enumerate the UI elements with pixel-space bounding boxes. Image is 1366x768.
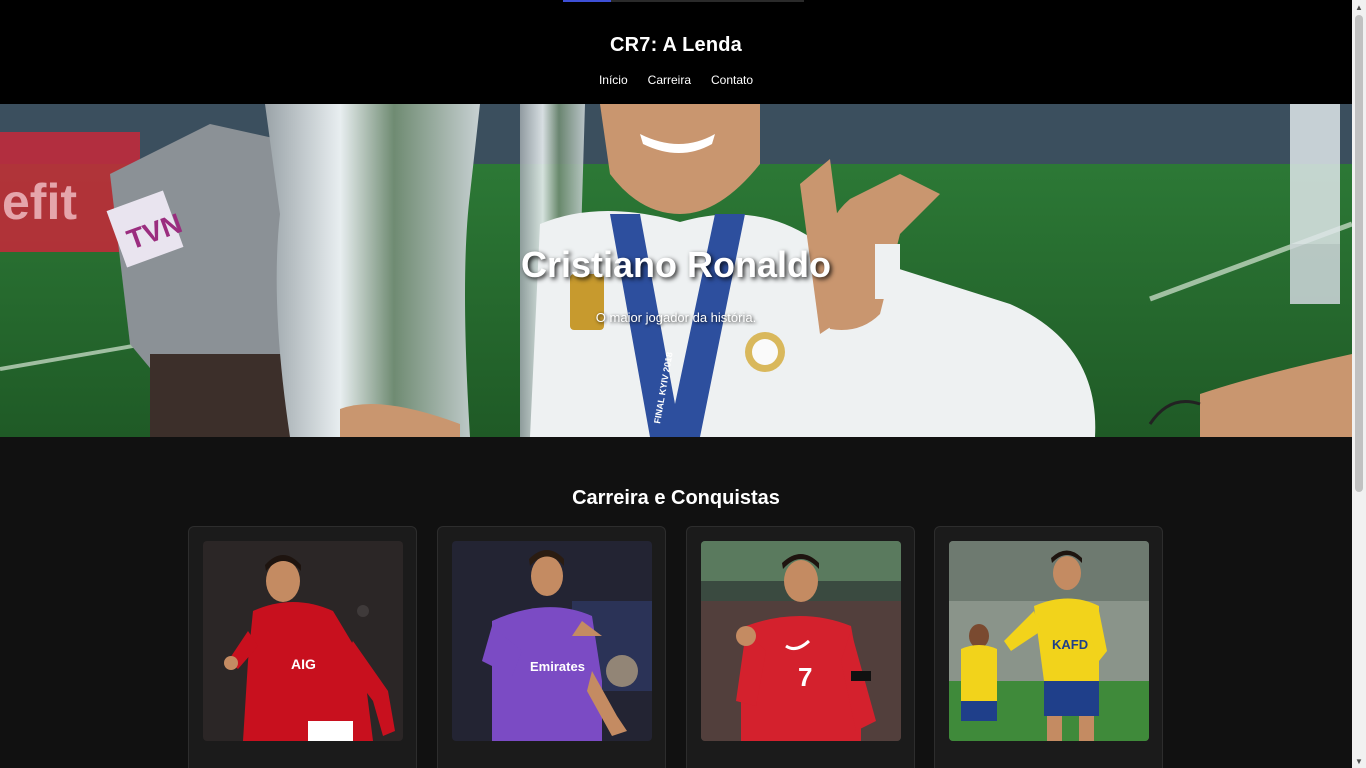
site-title: CR7: A Lenda <box>609 34 743 56</box>
player-photo-portugal-kit: 7 <box>701 541 901 741</box>
career-card-image: AIG <box>203 541 403 741</box>
career-card-image: 7 <box>701 541 901 741</box>
scroll-progress-bar <box>563 0 804 2</box>
career-card-manchester[interactable]: AIG <box>188 526 417 768</box>
main-nav: Início Carreira Contato <box>0 73 1352 87</box>
career-card-al-nassr[interactable]: KAFD <box>934 526 1163 768</box>
nav-link-carreira[interactable]: Carreira <box>648 73 691 87</box>
nav-link-inicio[interactable]: Início <box>599 73 628 87</box>
player-photo-purple-kit: Emirates <box>452 541 652 741</box>
player-photo-yellow-kit: KAFD <box>949 541 1149 741</box>
svg-text:efit: efit <box>2 174 77 230</box>
scroll-progress-fill <box>563 0 612 2</box>
nav-link-contato[interactable]: Contato <box>711 73 753 87</box>
svg-text:Emirates: Emirates <box>530 659 585 674</box>
player-photo-red-kit: AIG <box>203 541 403 741</box>
hero-subtitle: O maior jogador da história. <box>595 310 757 325</box>
svg-text:7: 7 <box>798 662 812 692</box>
scrollbar-thumb[interactable] <box>1355 15 1363 492</box>
hero-banner: efit TVN FINAL KYIV 2018 Cristiano Ronal… <box>0 104 1352 437</box>
page-scrollbar[interactable]: ▲ ▼ <box>1352 0 1366 768</box>
career-card-real-madrid[interactable]: Emirates <box>437 526 666 768</box>
hero-title: Cristiano Ronaldo <box>520 244 831 285</box>
career-section-title: Carreira e Conquistas <box>572 487 780 509</box>
career-card-portugal[interactable]: 7 <box>686 526 915 768</box>
site-header: CR7: A Lenda Início Carreira Contato <box>0 0 1352 104</box>
career-card-image: Emirates <box>452 541 652 741</box>
svg-text:AIG: AIG <box>291 656 316 672</box>
career-card-image: KAFD <box>949 541 1149 741</box>
svg-text:KAFD: KAFD <box>1052 637 1088 652</box>
scroll-up-arrow-icon[interactable]: ▲ <box>1352 0 1366 14</box>
scroll-down-arrow-icon[interactable]: ▼ <box>1352 754 1366 768</box>
